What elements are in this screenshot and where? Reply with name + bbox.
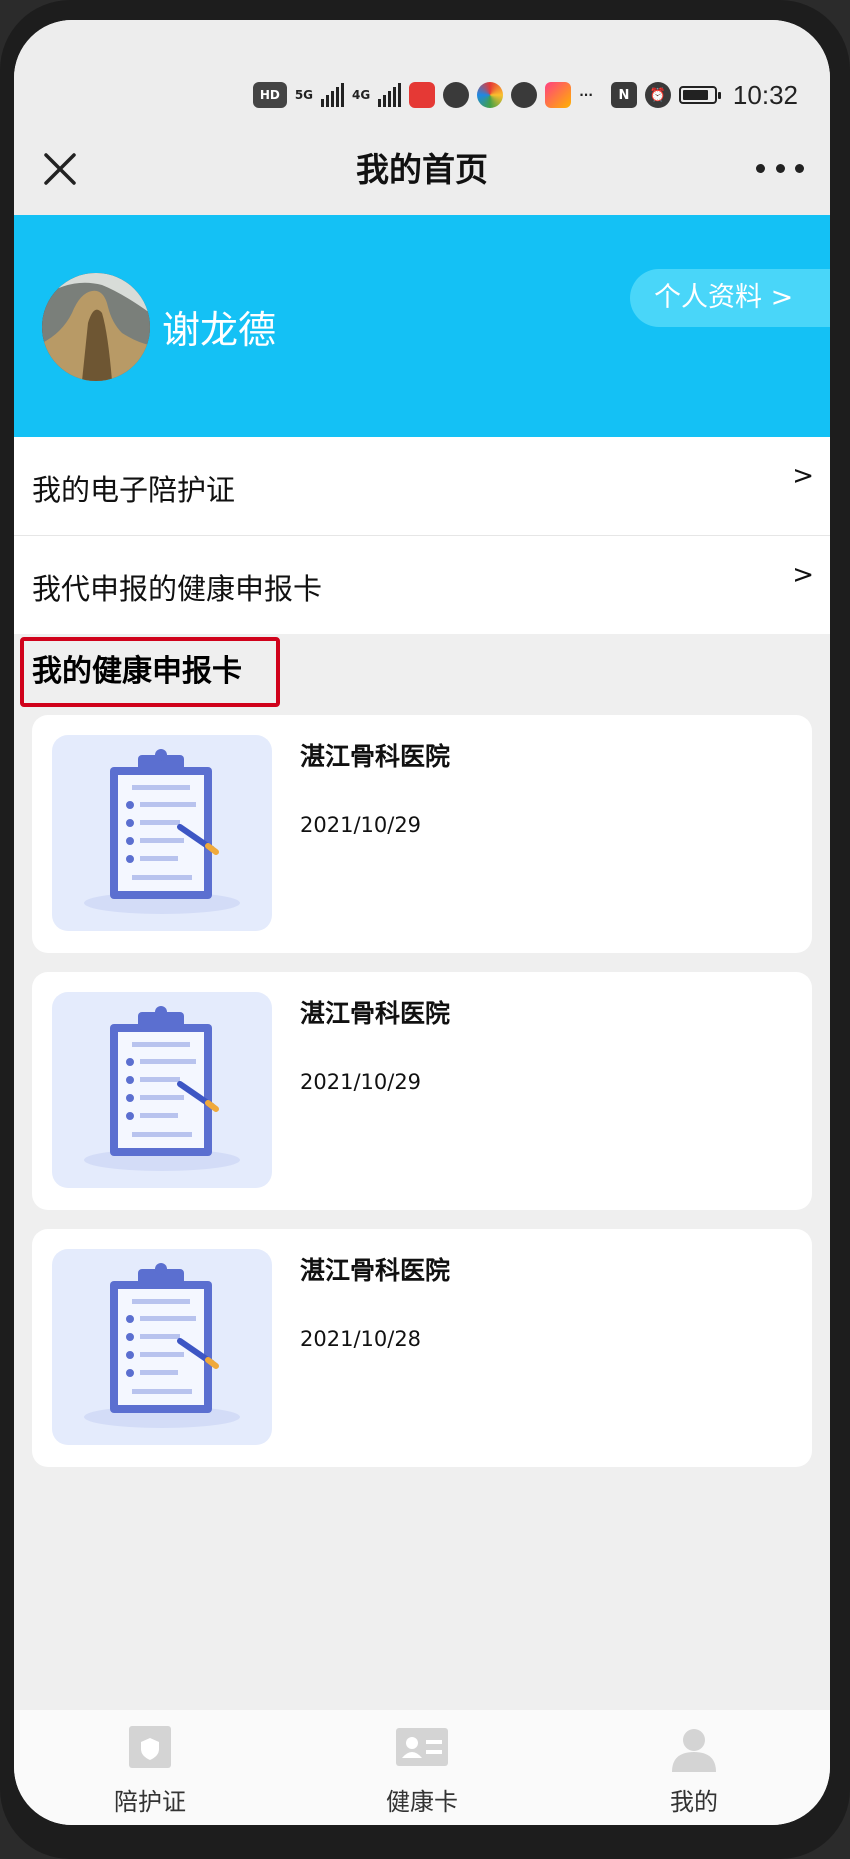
- signal-icon: [378, 83, 402, 107]
- app-notification-icon: [443, 82, 470, 108]
- phone-frame: HD 5G 4G ··· N ⏰ 10:32 我的首页 谢龙德 个人资料 > 我…: [0, 0, 850, 1859]
- profile-button[interactable]: 个人资料 >: [630, 269, 830, 327]
- health-card-item[interactable]: 湛江骨科医院 2021/10/29: [32, 715, 812, 953]
- avatar-image: [42, 273, 150, 381]
- health-card-item[interactable]: 湛江骨科医院 2021/10/28: [32, 1229, 812, 1467]
- more-dot: [756, 163, 765, 173]
- signal-icon: [321, 83, 345, 107]
- tab-bar: 陪护证 健康卡 我的: [14, 1710, 830, 1825]
- tab-label: 健康卡: [386, 1788, 458, 1816]
- chevron-right-icon: >: [792, 560, 814, 590]
- tab-label: 我的: [670, 1788, 718, 1816]
- alarm-icon: ⏰: [644, 82, 671, 108]
- clipboard-thumbnail: [52, 1249, 272, 1445]
- tab-label: 陪护证: [114, 1788, 186, 1816]
- app-notification-icon: [409, 82, 436, 108]
- app-notification-icon: [511, 82, 538, 108]
- hd-icon: HD: [252, 82, 287, 108]
- clock: 10:32: [732, 79, 798, 110]
- tab-escort-pass[interactable]: 陪护证: [14, 1710, 286, 1825]
- card-date: 2021/10/29: [300, 813, 422, 837]
- sim2-label: 4G: [352, 88, 371, 102]
- tab-mine[interactable]: 我的: [558, 1710, 830, 1825]
- menu-item-label: 我代申报的健康申报卡: [32, 572, 323, 606]
- screen: HD 5G 4G ··· N ⏰ 10:32 我的首页 谢龙德 个人资料 > 我…: [14, 20, 830, 1825]
- page-title: 我的首页: [356, 150, 488, 189]
- hospital-name: 湛江骨科医院: [300, 742, 451, 771]
- section-title: 我的健康申报卡: [20, 637, 280, 707]
- sim1-label: 5G: [294, 88, 314, 102]
- menu-item-proxy-health-cards[interactable]: 我代申报的健康申报卡 >: [14, 536, 830, 634]
- health-card-item[interactable]: 湛江骨科医院 2021/10/29: [32, 972, 812, 1210]
- clipboard-icon: [84, 749, 240, 914]
- clipboard-icon: [84, 1263, 240, 1428]
- more-button[interactable]: [756, 151, 804, 185]
- app-notification-icon: [477, 82, 504, 108]
- profile-banner: 谢龙德 个人资料 >: [14, 215, 830, 437]
- nfc-icon: N: [610, 82, 637, 108]
- menu-item-escort-pass[interactable]: 我的电子陪护证 >: [14, 437, 830, 535]
- id-card-icon: [394, 1724, 450, 1774]
- person-icon: [669, 1724, 719, 1778]
- status-bar: HD 5G 4G ··· N ⏰ 10:32: [14, 20, 830, 115]
- menu-item-label: 我的电子陪护证: [32, 473, 236, 507]
- more-dot: [795, 163, 804, 173]
- more-dot: [775, 163, 785, 173]
- chevron-right-icon: >: [792, 461, 814, 491]
- battery-icon: [678, 86, 721, 104]
- clipboard-icon: [84, 1006, 240, 1171]
- video-app-icon: [545, 82, 572, 108]
- clipboard-thumbnail: [52, 735, 272, 931]
- more-notifications: ···: [579, 88, 593, 102]
- hospital-name: 湛江骨科医院: [300, 999, 451, 1028]
- clipboard-thumbnail: [52, 992, 272, 1188]
- shield-card-icon: [127, 1724, 173, 1774]
- user-name: 谢龙德: [162, 308, 277, 352]
- hospital-name: 湛江骨科医院: [300, 1256, 451, 1285]
- tab-health-card[interactable]: 健康卡: [286, 1710, 558, 1825]
- card-date: 2021/10/28: [300, 1327, 422, 1351]
- avatar[interactable]: [42, 273, 150, 381]
- status-icons: HD 5G 4G ··· N ⏰ 10:32: [252, 78, 798, 112]
- card-date: 2021/10/29: [300, 1070, 422, 1094]
